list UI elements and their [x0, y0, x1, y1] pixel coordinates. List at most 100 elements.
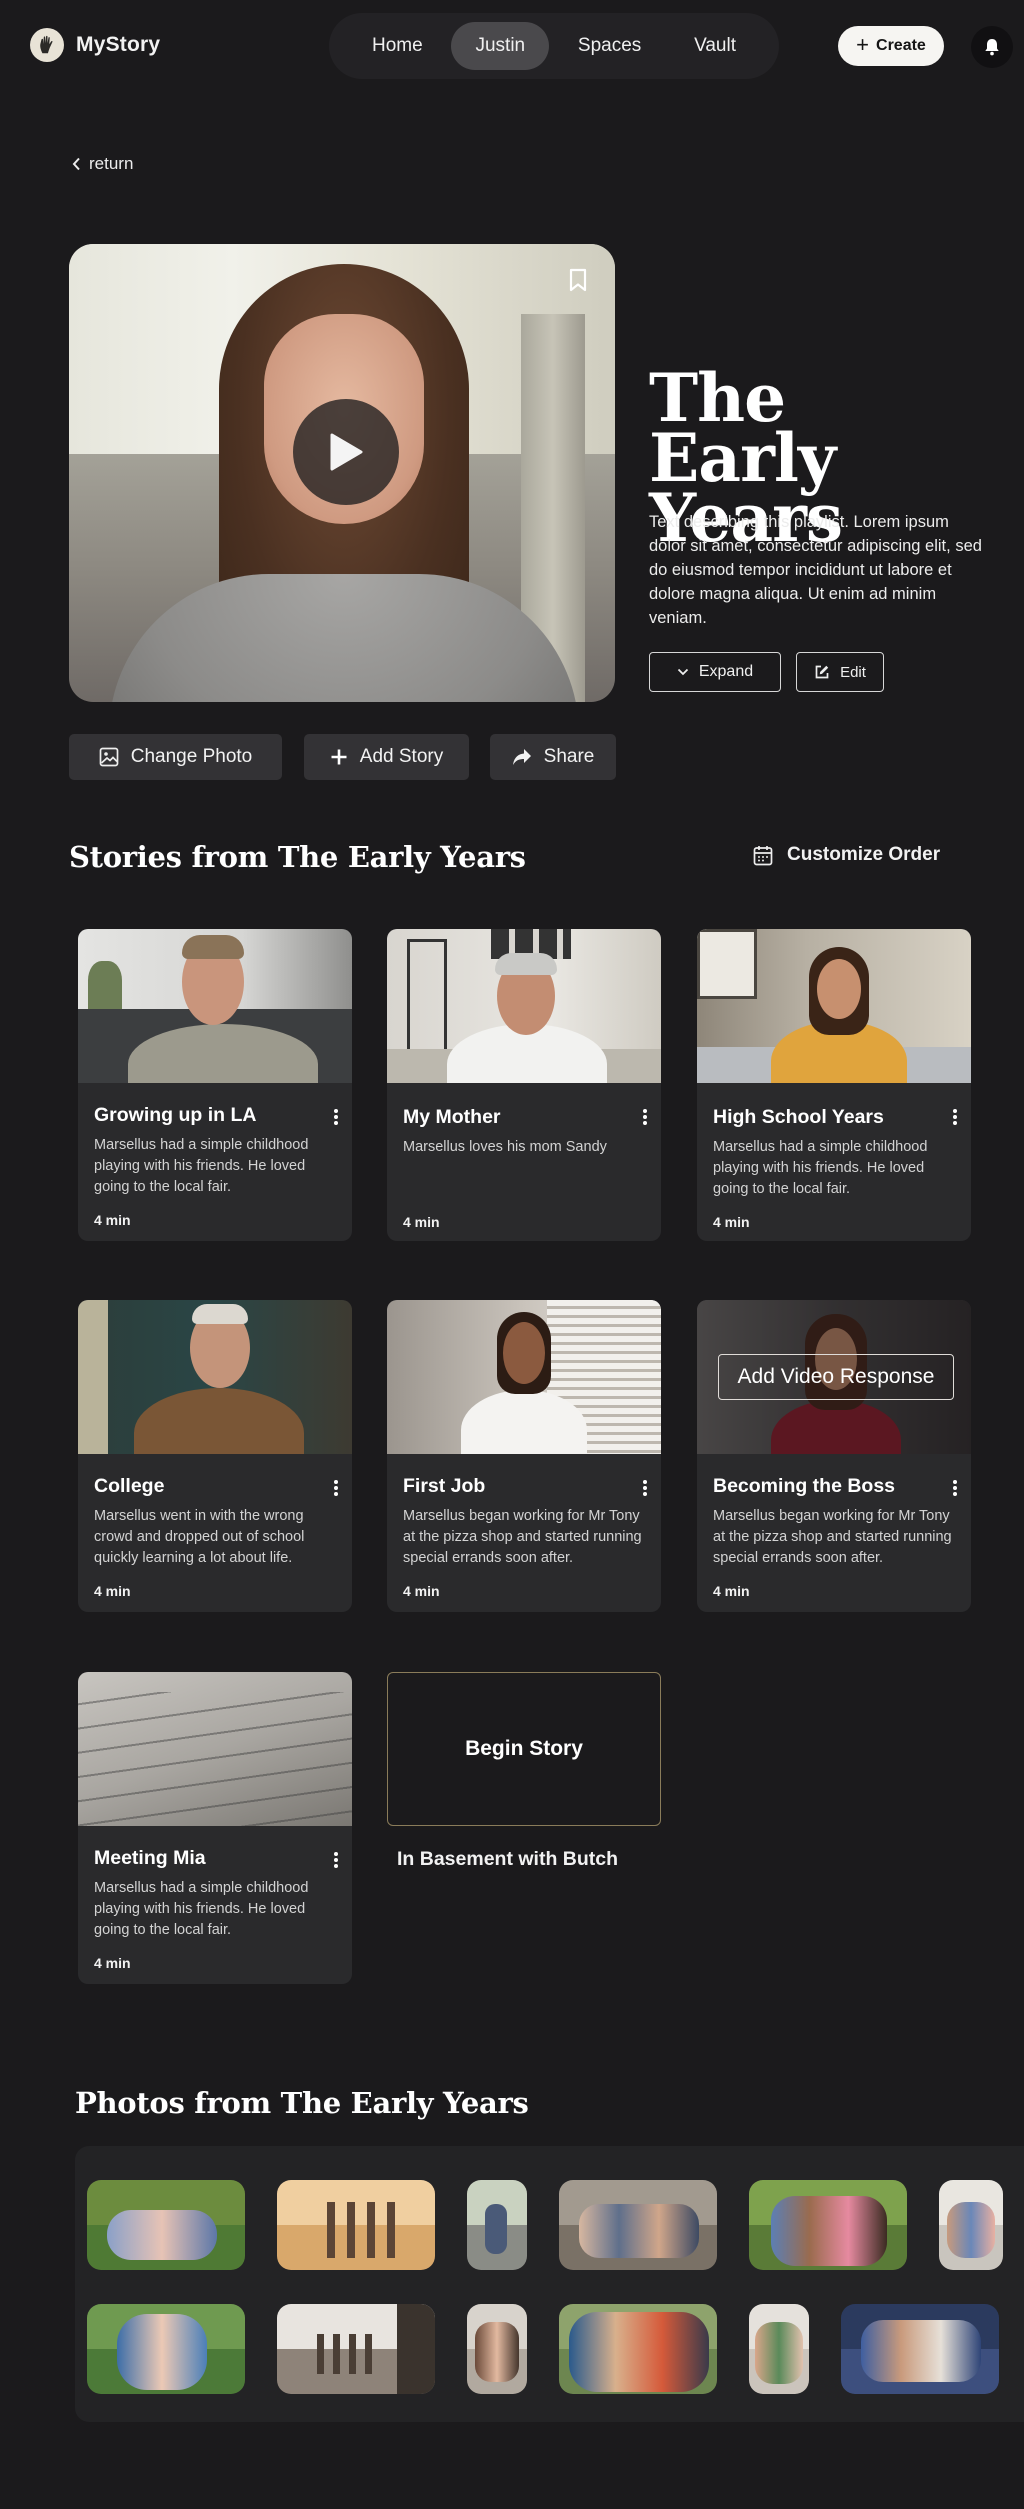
story-title: Becoming the Boss — [713, 1475, 896, 1497]
nav-item-justin[interactable]: Justin — [451, 22, 550, 70]
add-story-button[interactable]: Add Story — [304, 734, 469, 780]
story-title: Meeting Mia — [94, 1847, 206, 1869]
photo-thumbnail[interactable] — [87, 2304, 245, 2394]
story-card[interactable]: Add Video Response Becoming the Boss Mar… — [697, 1300, 971, 1612]
play-icon — [330, 433, 363, 471]
bell-icon — [985, 39, 999, 56]
edit-button[interactable]: Edit — [796, 652, 884, 692]
add-video-response-button[interactable]: Add Video Response — [718, 1354, 954, 1400]
story-title: High School Years — [713, 1106, 884, 1128]
calendar-icon — [753, 845, 773, 865]
photo-thumbnail[interactable] — [277, 2304, 435, 2394]
expand-label: Expand — [698, 663, 754, 680]
story-card[interactable]: High School Years Marsellus had a simple… — [697, 929, 971, 1241]
story-description: Marsellus had a simple childhood playing… — [94, 1137, 309, 1195]
photo-thumbnail[interactable] — [277, 2180, 435, 2270]
bookmark-button[interactable] — [569, 268, 587, 297]
brand[interactable]: MyStory — [30, 28, 160, 62]
plus-icon: + — [856, 32, 870, 57]
nav-item-vault[interactable]: Vault — [670, 22, 760, 70]
photo-thumbnail[interactable] — [939, 2180, 1003, 2270]
video-subject-body — [109, 574, 579, 702]
stories-section-title: Stories from The Early Years — [69, 840, 526, 874]
edit-icon — [815, 665, 829, 679]
begin-story-title: In Basement with Butch — [397, 1848, 619, 1870]
return-label: return — [89, 154, 134, 173]
story-description: Marsellus had a simple childhood playing… — [713, 1139, 928, 1197]
more-vertical-icon[interactable] — [643, 1480, 647, 1496]
story-thumbnail — [78, 929, 352, 1083]
story-thumbnail — [387, 1300, 661, 1454]
nav-item-home[interactable]: Home — [348, 22, 447, 70]
story-duration: 4 min — [713, 1214, 750, 1230]
more-vertical-icon[interactable] — [953, 1109, 957, 1125]
chevron-left-icon — [72, 157, 80, 171]
story-thumbnail — [78, 1672, 352, 1826]
plus-icon — [331, 749, 347, 765]
hero-video-player[interactable] — [69, 244, 615, 702]
story-description: Marsellus loves his mom Sandy — [403, 1139, 607, 1155]
expand-button[interactable]: Expand — [649, 652, 781, 692]
story-thumbnail — [387, 929, 661, 1083]
playlist-description: Text describing this playlist. Lorem ips… — [649, 513, 982, 627]
photo-thumbnail[interactable] — [749, 2304, 809, 2394]
story-thumbnail — [697, 929, 971, 1083]
story-card[interactable]: College Marsellus went in with the wrong… — [78, 1300, 352, 1612]
story-description: Marsellus went in with the wrong crowd a… — [94, 1508, 305, 1566]
story-title: Growing up in LA — [94, 1104, 257, 1126]
nav-item-spaces[interactable]: Spaces — [554, 22, 665, 70]
more-vertical-icon[interactable] — [334, 1109, 338, 1125]
story-description: Marsellus began working for Mr Tony at t… — [403, 1508, 642, 1566]
share-button[interactable]: Share — [490, 734, 616, 780]
photo-thumbnail[interactable] — [749, 2180, 907, 2270]
notifications-button[interactable] — [971, 26, 1013, 68]
story-card[interactable]: Meeting Mia Marsellus had a simple child… — [78, 1672, 352, 1984]
story-duration: 4 min — [94, 1955, 131, 1971]
photo-thumbnail[interactable] — [559, 2304, 717, 2394]
play-button[interactable] — [293, 399, 399, 505]
story-description: Marsellus had a simple childhood playing… — [94, 1880, 309, 1938]
create-button[interactable]: + Create — [838, 26, 944, 66]
story-title: My Mother — [403, 1106, 501, 1128]
more-vertical-icon[interactable] — [334, 1852, 338, 1868]
change-photo-label: Change Photo — [130, 746, 253, 767]
photo-thumbnail[interactable] — [87, 2180, 245, 2270]
photo-thumbnail[interactable] — [559, 2180, 717, 2270]
photo-gallery — [75, 2146, 1024, 2422]
story-title: First Job — [403, 1475, 486, 1497]
story-card[interactable]: My Mother Marsellus loves his mom Sandy … — [387, 929, 661, 1241]
bookmark-icon — [569, 268, 587, 292]
photo-thumbnail[interactable] — [841, 2304, 999, 2394]
story-description: Marsellus began working for Mr Tony at t… — [713, 1508, 952, 1566]
share-arrow-icon — [512, 749, 531, 765]
story-thumbnail: Add Video Response — [697, 1300, 971, 1454]
begin-story-button[interactable]: Begin Story — [387, 1672, 661, 1826]
more-vertical-icon[interactable] — [334, 1480, 338, 1496]
top-bar: MyStory Home Justin Spaces Vault + Creat… — [0, 0, 1024, 92]
story-card[interactable]: Growing up in LA Marsellus had a simple … — [78, 929, 352, 1241]
main-nav: Home Justin Spaces Vault — [329, 13, 779, 79]
story-duration: 4 min — [403, 1214, 440, 1230]
story-thumbnail — [78, 1300, 352, 1454]
edit-label: Edit — [840, 663, 866, 681]
more-vertical-icon[interactable] — [953, 1480, 957, 1496]
change-photo-button[interactable]: Change Photo — [69, 734, 282, 780]
story-duration: 4 min — [403, 1583, 440, 1599]
story-duration: 4 min — [94, 1212, 131, 1228]
hand-logo-icon — [30, 28, 64, 62]
app-name: MyStory — [76, 33, 161, 56]
photo-thumbnail[interactable] — [467, 2304, 527, 2394]
image-icon — [99, 747, 119, 767]
story-duration: 4 min — [94, 1583, 131, 1599]
add-story-label: Add Story — [359, 746, 444, 767]
customize-order-button[interactable]: Customize Order — [753, 844, 940, 866]
create-label: Create — [876, 37, 926, 54]
customize-order-label: Customize Order — [787, 844, 941, 865]
story-duration: 4 min — [713, 1583, 750, 1599]
more-vertical-icon[interactable] — [643, 1109, 647, 1125]
story-title: College — [94, 1475, 165, 1497]
return-link[interactable]: return — [72, 154, 133, 174]
story-card[interactable]: First Job Marsellus began working for Mr… — [387, 1300, 661, 1612]
photo-thumbnail[interactable] — [467, 2180, 527, 2270]
chevron-down-icon — [677, 668, 688, 676]
